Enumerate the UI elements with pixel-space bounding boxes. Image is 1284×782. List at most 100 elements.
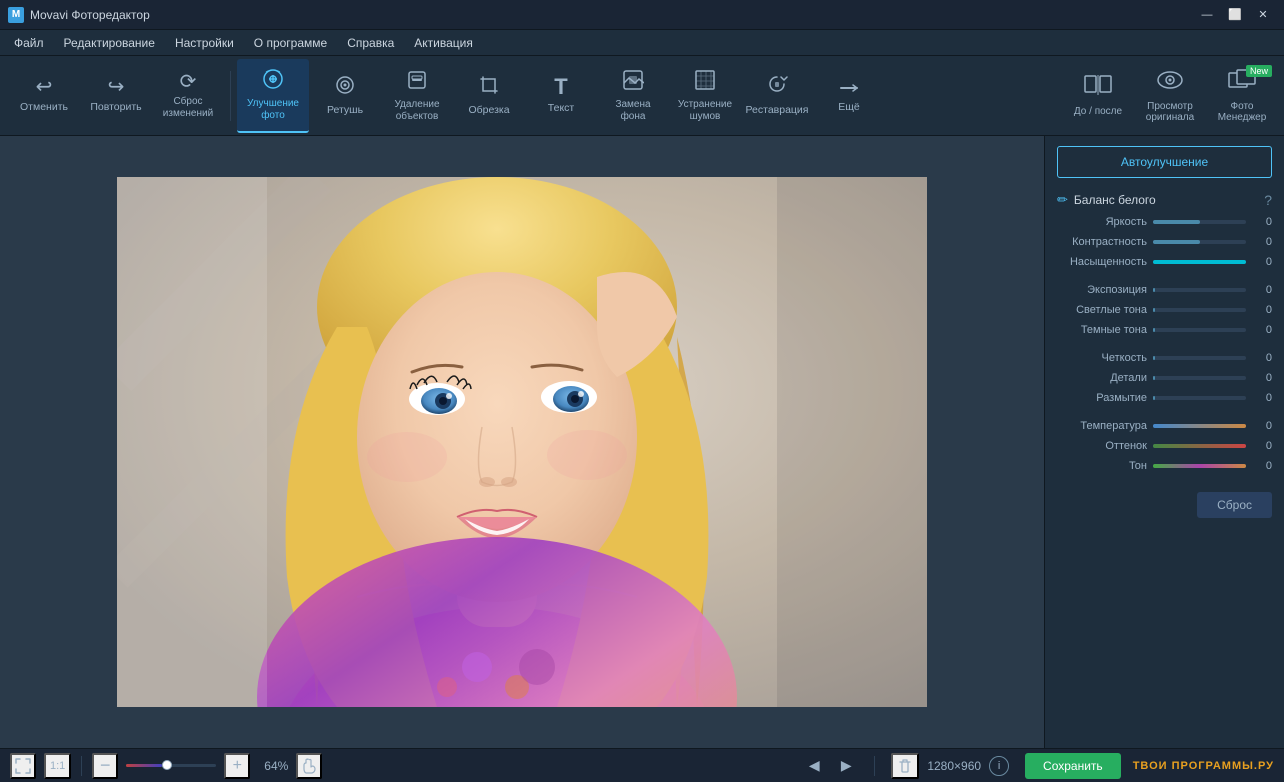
undo-button[interactable]: ↩ Отменить bbox=[8, 59, 80, 133]
minimize-button[interactable]: — bbox=[1194, 5, 1220, 25]
brightness-slider-row: Яркость 0 bbox=[1045, 212, 1284, 232]
menu-edit[interactable]: Редактирование bbox=[54, 32, 165, 54]
photo-manager-label: ФотоМенеджер bbox=[1218, 101, 1267, 123]
zoom-out-button[interactable]: − bbox=[92, 753, 118, 779]
shadows-slider-row: Темные тона 0 bbox=[1045, 320, 1284, 340]
auto-enhance-button[interactable]: Автоулучшение bbox=[1057, 146, 1272, 178]
photo-canvas bbox=[117, 177, 927, 707]
highlights-slider-row: Светлые тона 0 bbox=[1045, 300, 1284, 320]
details-slider[interactable] bbox=[1153, 376, 1246, 380]
divider-3 bbox=[1045, 408, 1284, 416]
highlights-slider[interactable] bbox=[1153, 308, 1246, 312]
enhance-label: Улучшениефото bbox=[247, 98, 299, 122]
remove-objects-label: Удалениеобъектов bbox=[394, 99, 439, 123]
app-icon: M bbox=[8, 7, 24, 23]
image-info-button[interactable]: i bbox=[989, 756, 1009, 776]
exposure-label: Экспозиция bbox=[1057, 284, 1147, 296]
brightness-slider[interactable] bbox=[1153, 220, 1246, 224]
zoom-1to1-button[interactable]: 1:1 bbox=[44, 753, 71, 779]
contrast-slider[interactable] bbox=[1153, 240, 1246, 244]
before-after-button[interactable]: До / после bbox=[1064, 59, 1132, 133]
brightness-value: 0 bbox=[1252, 216, 1272, 228]
menu-file[interactable]: Файл bbox=[4, 32, 54, 54]
exposure-slider[interactable] bbox=[1153, 288, 1246, 292]
view-original-label: Просмотроригинала bbox=[1146, 101, 1194, 123]
pan-button[interactable] bbox=[296, 753, 322, 779]
toolbar-right: До / после Просмотроригинала bbox=[1064, 59, 1276, 133]
shadows-slider[interactable] bbox=[1153, 328, 1246, 332]
reset-sliders-button[interactable]: Сброс bbox=[1197, 492, 1272, 518]
menu-bar: Файл Редактирование Настройки О программ… bbox=[0, 30, 1284, 56]
denoise-button[interactable]: Устранениешумов bbox=[669, 59, 741, 133]
denoise-label: Устранениешумов bbox=[678, 99, 732, 123]
brightness-label: Яркость bbox=[1057, 216, 1147, 228]
blur-value: 0 bbox=[1252, 392, 1272, 404]
enhance-button[interactable]: Улучшениефото bbox=[237, 59, 309, 133]
reset-button[interactable]: ⟳ Сбросизменений bbox=[152, 59, 224, 133]
sharpness-slider-row: Четкость 0 bbox=[1045, 348, 1284, 368]
before-after-label: До / после bbox=[1074, 106, 1122, 117]
tone-slider[interactable] bbox=[1153, 464, 1246, 468]
replace-bg-button[interactable]: Заменафона bbox=[597, 59, 669, 133]
canvas-area[interactable] bbox=[0, 136, 1044, 748]
zoom-percentage: 64% bbox=[264, 759, 288, 773]
sharpness-label: Четкость bbox=[1057, 352, 1147, 364]
reset-label: Сбросизменений bbox=[163, 96, 213, 120]
image-size: 1280×960 bbox=[927, 759, 981, 773]
tone-value: 0 bbox=[1252, 460, 1272, 472]
text-label: Текст bbox=[548, 102, 574, 115]
details-value: 0 bbox=[1252, 372, 1272, 384]
exposure-value: 0 bbox=[1252, 284, 1272, 296]
undo-icon: ↩ bbox=[36, 77, 53, 97]
crop-button[interactable]: Обрезка bbox=[453, 59, 525, 133]
enhance-icon bbox=[262, 68, 284, 94]
blur-slider-row: Размытие 0 bbox=[1045, 388, 1284, 408]
menu-activate[interactable]: Активация bbox=[404, 32, 483, 54]
temperature-value: 0 bbox=[1252, 420, 1272, 432]
remove-objects-button[interactable]: Удалениеобъектов bbox=[381, 59, 453, 133]
zoom-slider[interactable] bbox=[126, 764, 216, 767]
save-button[interactable]: Сохранить bbox=[1025, 753, 1121, 779]
restore-label: Реставрация bbox=[746, 104, 809, 117]
temperature-slider-row: Температура 0 bbox=[1045, 416, 1284, 436]
right-panel: Автоулучшение ✏ Баланс белого ? Яркость … bbox=[1044, 136, 1284, 748]
blur-slider[interactable] bbox=[1153, 396, 1246, 400]
sharpness-slider[interactable] bbox=[1153, 356, 1246, 360]
section-title: Баланс белого bbox=[1074, 193, 1258, 207]
undo-label: Отменить bbox=[20, 101, 68, 114]
reset-icon: ⟳ bbox=[180, 72, 197, 92]
blur-label: Размытие bbox=[1057, 392, 1147, 404]
redo-button[interactable]: ↪ Повторить bbox=[80, 59, 152, 133]
edit-tools: Улучшениефото Ретушь Удалениеобъектов bbox=[237, 59, 885, 133]
next-image-button[interactable]: ▶ bbox=[834, 754, 858, 778]
crop-label: Обрезка bbox=[468, 104, 509, 117]
prev-image-button[interactable]: ◀ bbox=[802, 754, 826, 778]
restore-button[interactable]: Реставрация bbox=[741, 59, 813, 133]
view-original-button[interactable]: Просмотроригинала bbox=[1136, 59, 1204, 133]
main-area: Автоулучшение ✏ Баланс белого ? Яркость … bbox=[0, 136, 1284, 748]
retouch-button[interactable]: Ретушь bbox=[309, 59, 381, 133]
delete-button[interactable] bbox=[891, 753, 919, 779]
watermark-text: ТВОИ ПРОГРАММЫ.РУ bbox=[1133, 760, 1274, 772]
close-button[interactable]: ✕ bbox=[1250, 5, 1276, 25]
temperature-slider[interactable] bbox=[1153, 424, 1246, 428]
help-icon[interactable]: ? bbox=[1264, 192, 1272, 208]
menu-settings[interactable]: Настройки bbox=[165, 32, 244, 54]
toolbar-separator-1 bbox=[230, 71, 231, 121]
hue-slider-row: Оттенок 0 bbox=[1045, 436, 1284, 456]
text-icon: T bbox=[554, 76, 567, 98]
menu-help[interactable]: Справка bbox=[337, 32, 404, 54]
more-button[interactable]: Ещё bbox=[813, 59, 885, 133]
fit-button[interactable] bbox=[10, 753, 36, 779]
text-button[interactable]: T Текст bbox=[525, 59, 597, 133]
replace-bg-label: Заменафона bbox=[615, 99, 650, 123]
zoom-in-button[interactable]: + bbox=[224, 753, 250, 779]
shadows-value: 0 bbox=[1252, 324, 1272, 336]
menu-about[interactable]: О программе bbox=[244, 32, 337, 54]
status-separator-2 bbox=[874, 756, 875, 776]
hue-slider[interactable] bbox=[1153, 444, 1246, 448]
redo-icon: ↪ bbox=[108, 77, 125, 97]
hue-value: 0 bbox=[1252, 440, 1272, 452]
maximize-button[interactable]: ⬜ bbox=[1222, 5, 1248, 25]
saturation-slider[interactable] bbox=[1153, 260, 1246, 264]
